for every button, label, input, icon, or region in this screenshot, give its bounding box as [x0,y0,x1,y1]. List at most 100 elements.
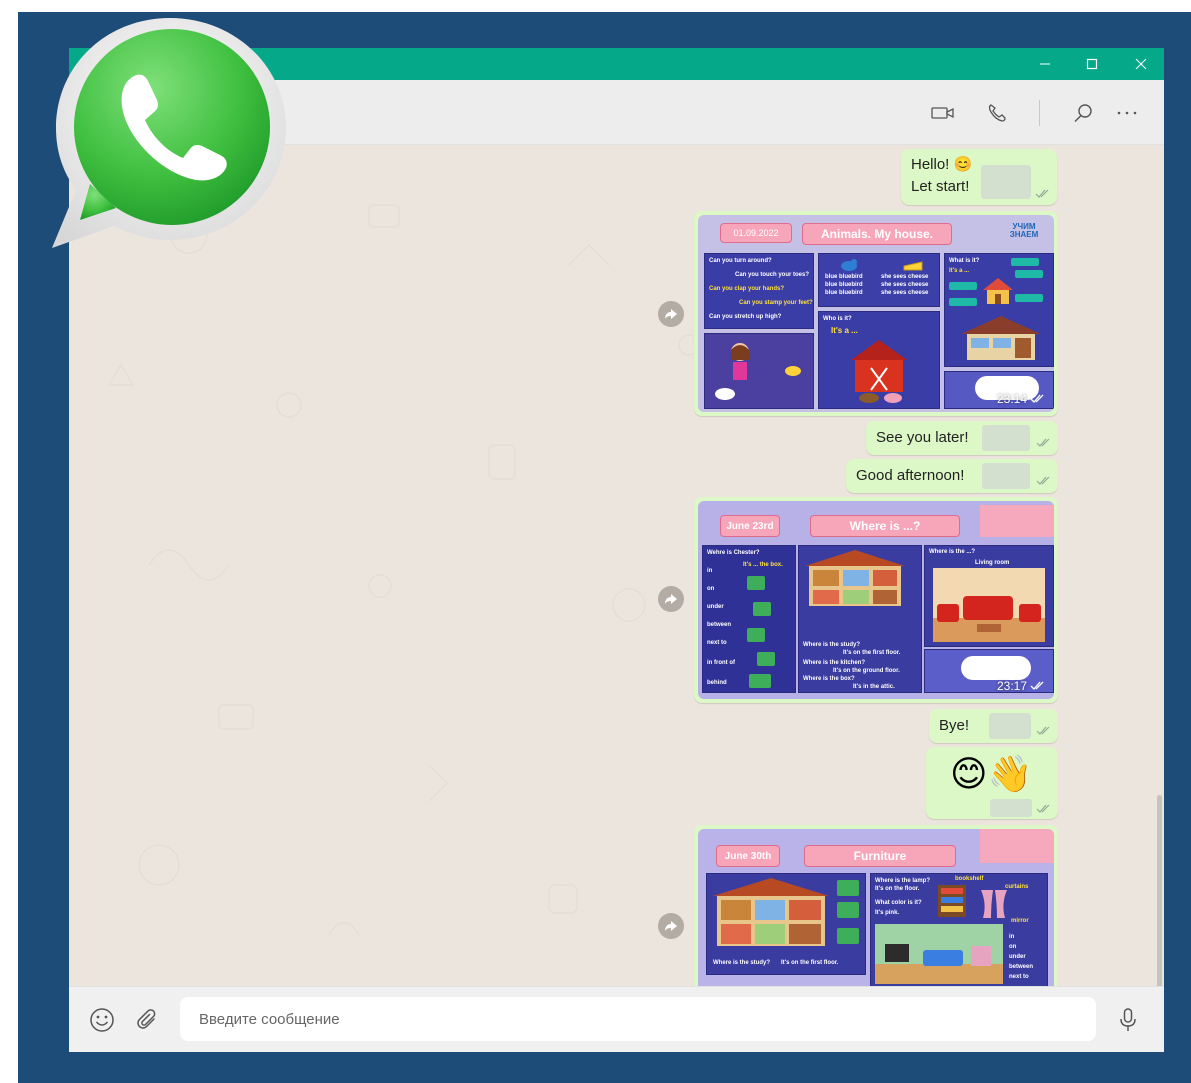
attach-button[interactable] [135,1007,161,1033]
house-icon [805,550,905,606]
blurred-content [982,463,1030,489]
image-title: Where is ...? [810,515,960,537]
mic-button[interactable] [1115,1007,1141,1033]
forward-button[interactable] [658,301,684,327]
panel-text: It's in the attic. [853,684,895,690]
image-message[interactable]: June 30th Furniture Where is the study? … [694,825,1058,986]
blurred-content [982,425,1030,451]
picture-chip [747,576,765,590]
house-icon [713,878,829,946]
panel-text: she sees cheese [881,290,929,296]
more-button[interactable] [1114,100,1140,126]
image-message[interactable]: 01.09.2022 Animals. My house. УЧИМ ЗНАЕМ… [694,211,1058,416]
emoji-button[interactable] [89,1007,115,1033]
message-bubble[interactable]: Good afternoon! [846,459,1058,493]
message-text: Bye! [939,717,970,734]
panel-text: It's ... the box. [743,562,783,568]
maximize-icon [1086,58,1098,70]
message-composer [69,986,1164,1052]
message-time: 23:17 [997,679,1046,693]
image-panel: Where is the lamp? It's on the floor. Wh… [870,873,1048,986]
label-chip [837,928,859,944]
panel-text: between [1009,964,1034,970]
message-bubble[interactable]: Hello! 😊 Let start! [901,149,1057,205]
panel-text: in front of [707,660,735,666]
room-icon [875,924,1003,984]
panel-text: Where is the lamp? [875,878,931,884]
cloud-shape [961,656,1031,680]
panel-text: Can you stamp your feet? [739,300,813,306]
label-chip [1011,258,1039,266]
picture-chip [747,628,765,642]
panel-text: It's on the floor. [875,886,920,892]
image-date-label: June 30th [716,845,780,867]
maximize-button[interactable] [1069,48,1115,80]
forward-button[interactable] [658,586,684,612]
house-icon [961,316,1041,360]
panel-text: Living room [975,560,1010,566]
time-text: 23:17 [996,679,1027,693]
panel-text: mirror [1011,918,1029,924]
panel-text: on [1009,944,1017,950]
message-text: See you later! [876,429,969,446]
chat-area[interactable]: Hello! 😊 Let start! 01.09.2022 Animals. … [69,145,1164,986]
search-button[interactable] [1070,100,1096,126]
bird-icon [841,259,857,271]
search-icon [1074,104,1092,122]
video-call-button[interactable] [930,100,956,126]
label-chip [949,282,977,290]
panel-text: Wehre is Chester? [707,550,760,556]
label-chip [949,298,977,306]
girl-icon [731,343,749,380]
close-icon [1135,58,1147,70]
image-date-label: 01.09.2022 [720,223,792,243]
image-title: Animals. My house. [802,223,952,245]
message-bubble[interactable]: Bye! [929,709,1058,743]
whatsapp-logo [52,18,286,248]
panel-text: It's on the first floor. [781,960,839,966]
panel-text: Where is the study? [713,960,771,966]
forward-button[interactable] [658,913,684,939]
chat-scrollbar[interactable] [1157,795,1162,986]
label-chip [1015,294,1043,302]
video-call-icon [931,107,954,119]
panel-text: Where is the study? [803,642,861,648]
panel-text: Can you stretch up high? [709,314,782,320]
sheep-icon [715,388,735,400]
panel-text: bookshelf [955,876,984,882]
curtains-icon [981,890,1007,918]
image-date-label: June 23rd [720,515,780,537]
message-text: Let start! [911,178,970,195]
image-panel: Where is the ...? Living room [924,545,1054,647]
panel-text: It's on the ground floor. [833,668,900,674]
panel-text: Can you touch your toes? [735,272,810,278]
message-input[interactable] [180,997,1089,1041]
panel-text: What is it? [949,258,980,264]
time-text: 23:14 [996,392,1027,406]
label-chip [837,880,859,896]
forward-icon [665,921,677,931]
minimize-button[interactable] [1022,48,1068,80]
message-image[interactable]: 01.09.2022 Animals. My house. УЧИМ ЗНАЕМ… [698,215,1054,412]
voice-call-button[interactable] [984,100,1010,126]
message-input-container [180,997,1096,1041]
image-panel: blue bluebird blue bluebird blue bluebir… [818,253,940,307]
panel-text: Can you clap your hands? [709,286,785,292]
mic-icon [1120,1008,1136,1031]
message-image[interactable]: June 23rd Where is ...? Wehre is Chester… [698,501,1054,699]
blurred-content [990,799,1032,817]
panel-text: Can you turn around? [709,258,772,264]
emoji-message[interactable]: 😊👋 [926,747,1058,819]
image-message[interactable]: June 23rd Where is ...? Wehre is Chester… [694,497,1058,703]
panel-text: What color is it? [875,900,922,906]
close-button[interactable] [1118,48,1164,80]
panel-text: It's a ... [831,326,858,335]
message-bubble[interactable]: See you later! [866,421,1058,455]
blurred-content [989,713,1031,739]
header-separator [1039,100,1040,126]
panel-text: blue bluebird [825,282,863,288]
message-image[interactable]: June 30th Furniture Where is the study? … [698,829,1054,986]
panel-text: in [707,568,713,574]
panel-text: next to [1009,974,1029,980]
more-icon [1117,111,1137,115]
